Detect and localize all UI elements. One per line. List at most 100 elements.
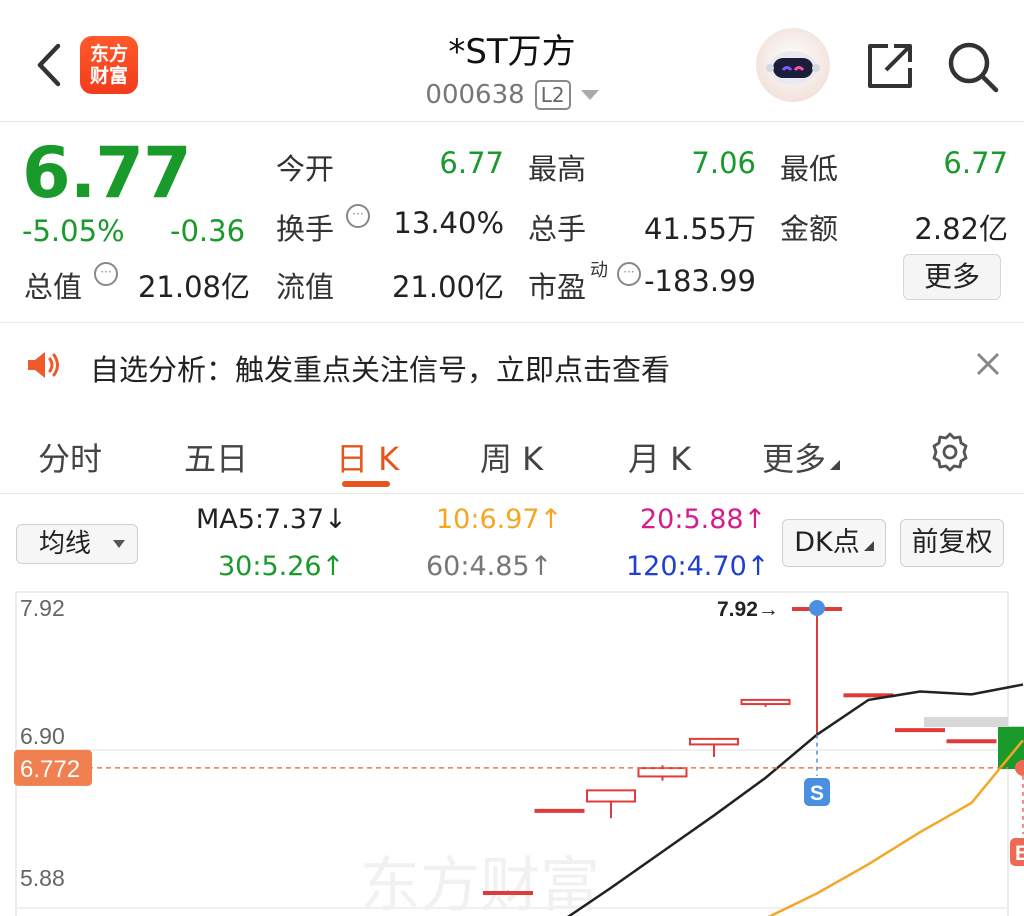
low-label: 最低 bbox=[780, 152, 839, 186]
candle-body bbox=[586, 789, 636, 803]
candle-body bbox=[946, 739, 997, 744]
candle-body bbox=[740, 698, 791, 706]
ma5-label: MA5:7.37↓ bbox=[196, 504, 347, 535]
y-tick-label: 6.90 bbox=[20, 723, 65, 749]
candle-body bbox=[895, 728, 945, 733]
stock-code: 000638 bbox=[425, 80, 525, 110]
share-icon[interactable] bbox=[862, 38, 918, 94]
high-point-marker bbox=[809, 600, 825, 616]
ma10-label: 10:6.97↑ bbox=[436, 504, 562, 535]
ma60-label: 60:4.85↑ bbox=[426, 551, 552, 582]
tab-weekly-k[interactable]: 周 K bbox=[480, 434, 543, 480]
ma30-label: 30:5.26↑ bbox=[218, 551, 344, 582]
ma120-label: 120:4.70↑ bbox=[626, 551, 769, 582]
notice-text[interactable]: 自选分析：触发重点关注信号，立即点击查看 bbox=[90, 347, 670, 389]
watermark: 东方财富 bbox=[360, 851, 600, 916]
chart-frame: 东方财富 bbox=[15, 591, 1009, 916]
tab-more[interactable]: 更多 bbox=[762, 434, 841, 480]
k-line-chart[interactable]: 东方财富 7.92 6.90 5.88 6.772 7.92→ S B bbox=[0, 590, 1024, 916]
low-value: 6.77 bbox=[943, 146, 1008, 180]
tab-five-day[interactable]: 五日 bbox=[184, 434, 248, 480]
caret-icon bbox=[830, 460, 841, 470]
amount-value: 2.82亿 bbox=[914, 212, 1008, 246]
y-tick-label: 5.88 bbox=[20, 865, 65, 891]
sell-signal-label: S bbox=[810, 782, 824, 805]
ma120-direction: ↑ bbox=[746, 551, 770, 582]
volume-value: 41.55万 bbox=[643, 212, 756, 246]
total-value: 21.08亿 bbox=[137, 270, 250, 304]
header: 东方 财富 *ST万方 000638 L2 bbox=[0, 0, 1024, 122]
ma20-label: 20:5.88↑ bbox=[640, 504, 766, 535]
ma10-direction: ↑ bbox=[539, 504, 563, 535]
quote-panel: 6.77 -5.05% -0.36 今开 6.77 最高 7.06 最低 6.7… bbox=[0, 122, 1024, 322]
dk-point-label: DK点 bbox=[794, 527, 860, 558]
high-price-label: 7.92→ bbox=[717, 598, 779, 621]
gray-band bbox=[924, 717, 1008, 727]
more-button[interactable]: 更多 bbox=[903, 254, 1001, 300]
total-value-label: 总值 bbox=[24, 270, 83, 304]
pe-value: -183.99 bbox=[644, 264, 756, 298]
search-icon[interactable] bbox=[944, 38, 1000, 94]
candle-body bbox=[483, 891, 533, 895]
turnover-label: 换手 bbox=[276, 212, 335, 246]
logo-line2: 财富 bbox=[89, 65, 128, 87]
candle-body bbox=[534, 808, 585, 813]
tab-more-label: 更多 bbox=[762, 440, 827, 478]
y-tick-label: 7.92 bbox=[20, 595, 65, 621]
close-icon[interactable] bbox=[972, 348, 1004, 380]
last-price: 6.77 bbox=[22, 132, 192, 214]
tab-daily-k[interactable]: 日 K bbox=[336, 434, 399, 480]
ma5-direction: ↓ bbox=[324, 504, 347, 535]
ma-select[interactable]: 均线 bbox=[16, 524, 138, 564]
app-logo: 东方 财富 bbox=[80, 36, 138, 94]
open-label: 今开 bbox=[276, 152, 335, 186]
level-badge: L2 bbox=[534, 80, 571, 110]
tab-monthly-k[interactable]: 月 K bbox=[628, 434, 691, 480]
float-value-label: 流值 bbox=[276, 270, 335, 304]
high-value: 7.06 bbox=[691, 146, 756, 180]
float-value: 21.00亿 bbox=[391, 270, 504, 304]
turnover-value: 13.40% bbox=[393, 206, 504, 240]
candle-body bbox=[637, 767, 688, 778]
logo-line1: 东方 bbox=[89, 43, 128, 65]
ma-select-label: 均线 bbox=[39, 529, 92, 559]
dropdown-icon bbox=[113, 540, 125, 548]
amount-label: 金额 bbox=[780, 212, 839, 246]
ma10-value: 10:6.97 bbox=[436, 504, 540, 535]
high-label: 最高 bbox=[528, 152, 587, 186]
dk-point-button[interactable]: DK点 bbox=[782, 519, 886, 567]
info-icon[interactable]: ··· bbox=[94, 262, 118, 286]
period-tabs: 分时 五日 日 K 周 K 月 K 更多 bbox=[0, 408, 1024, 494]
buy-signal-label: B bbox=[1015, 842, 1024, 865]
ma60-direction: ↑ bbox=[529, 551, 553, 582]
chevron-down-icon[interactable] bbox=[580, 90, 599, 100]
ma20-value: 20:5.88 bbox=[640, 504, 744, 535]
pe-label: 市盈 bbox=[528, 270, 587, 304]
stock-code-row[interactable]: 000638 L2 bbox=[312, 80, 712, 110]
ma5-value: MA5:7.37 bbox=[196, 504, 325, 535]
ma120-value: 120:4.70 bbox=[626, 551, 747, 582]
tab-intraday[interactable]: 分时 bbox=[38, 434, 102, 480]
forward-adjust-button[interactable]: 前复权 bbox=[900, 519, 1004, 567]
volume-label: 总手 bbox=[528, 212, 587, 246]
open-value: 6.77 bbox=[439, 146, 504, 180]
ma30-value: 30:5.26 bbox=[218, 551, 322, 582]
info-icon[interactable]: ··· bbox=[617, 262, 641, 286]
ma20-direction: ↑ bbox=[743, 504, 767, 535]
robot-avatar-icon[interactable] bbox=[756, 28, 830, 102]
pe-sup: 动 bbox=[590, 260, 608, 281]
info-icon[interactable]: ··· bbox=[346, 204, 370, 228]
change-amount: -0.36 bbox=[170, 214, 246, 248]
ma10-line bbox=[767, 739, 1024, 916]
caret-icon bbox=[863, 541, 874, 551]
back-icon[interactable] bbox=[30, 40, 70, 90]
current-price-label: 6.772 bbox=[20, 756, 80, 783]
change-percent: -5.05% bbox=[22, 214, 125, 248]
stock-name: *ST万方 bbox=[448, 32, 576, 72]
speaker-icon bbox=[28, 352, 59, 378]
ma30-direction: ↑ bbox=[321, 551, 345, 582]
notice-bar[interactable]: 自选分析：触发重点关注信号，立即点击查看 bbox=[0, 323, 1024, 407]
ma60-value: 60:4.85 bbox=[426, 551, 530, 582]
gear-icon[interactable] bbox=[928, 430, 972, 474]
candle-body bbox=[689, 737, 739, 746]
